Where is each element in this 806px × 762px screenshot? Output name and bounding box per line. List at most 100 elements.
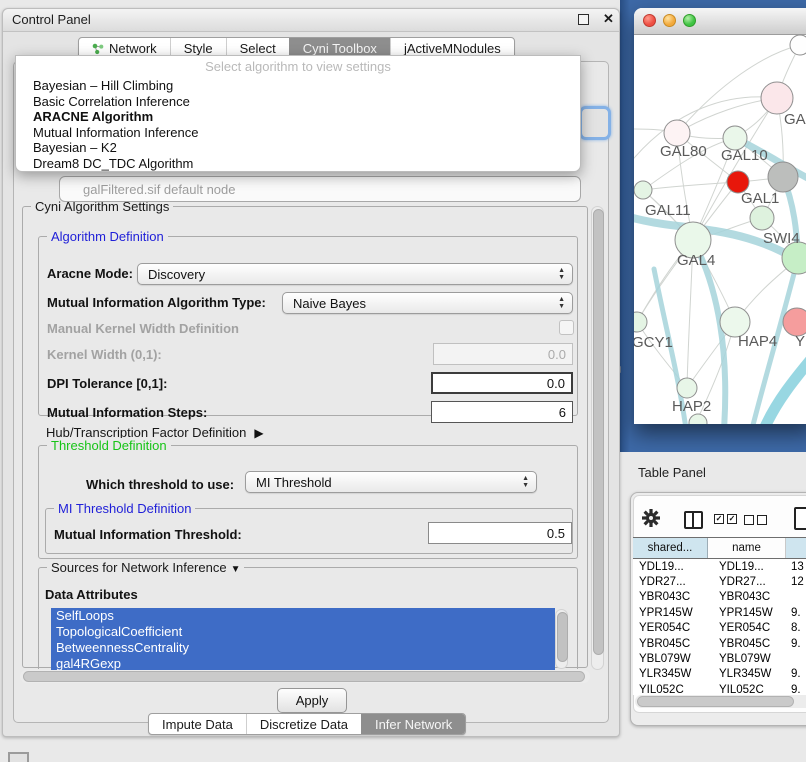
- close-traffic-light-icon[interactable]: [643, 14, 656, 27]
- collapsed-panel-icon[interactable]: [8, 752, 29, 762]
- attribute-item[interactable]: gal4RGexp: [51, 656, 555, 670]
- deselect-all-checkbox-icon[interactable]: [744, 515, 754, 525]
- bottom-tab-infer-network[interactable]: Infer Network: [361, 714, 465, 734]
- table-row[interactable]: YBR045CYBR045C9.: [633, 636, 806, 651]
- settings-horizontal-scrollbar[interactable]: [20, 670, 590, 683]
- deselect-all-checkbox-icon[interactable]: [757, 515, 767, 525]
- mi-threshold-group-title: MI Threshold Definition: [54, 501, 195, 516]
- collapse-arrow-icon[interactable]: ▼: [231, 564, 241, 575]
- table-hscroll-thumb[interactable]: [637, 696, 794, 707]
- mi-threshold-field[interactable]: 0.5: [428, 522, 572, 544]
- table-header-row[interactable]: shared...name: [633, 537, 806, 559]
- manual-kernel-label: Manual Kernel Width Definition: [47, 321, 239, 336]
- dropdown-option[interactable]: Dream8 DC_TDC Algorithm: [16, 156, 580, 172]
- table-column-header[interactable]: [786, 538, 806, 558]
- float-window-icon[interactable]: [578, 14, 589, 25]
- network-view-window[interactable]: GALGAL80GAL10GAL11GAL1SWI4GAL4GCY1HAP4YH…: [634, 8, 806, 424]
- network-node[interactable]: [634, 181, 652, 199]
- close-window-icon[interactable]: ✕: [603, 11, 614, 27]
- attributes-list-scrollbar[interactable]: [555, 609, 568, 669]
- table-horizontal-scrollbar[interactable]: [635, 695, 806, 708]
- sources-group: Sources for Network Inference▼ Data Attr…: [38, 567, 578, 669]
- network-selector-combo[interactable]: galFiltered.sif default node: [59, 176, 581, 202]
- settings-vertical-scrollbar[interactable]: [591, 206, 604, 670]
- dropdown-option[interactable]: Bayesian – Hill Climbing: [16, 78, 580, 94]
- dropdown-option[interactable]: Mutual Information Inference: [16, 125, 580, 141]
- attribute-item[interactable]: SelfLoops: [51, 608, 555, 624]
- network-node[interactable]: [768, 162, 798, 192]
- select-all-checkbox-icon[interactable]: ✓: [727, 514, 737, 524]
- attribute-item[interactable]: TopologicalCoefficient: [51, 624, 555, 640]
- select-all-checkbox-icon[interactable]: ✓: [714, 514, 724, 524]
- window-title: Control Panel: [12, 12, 91, 27]
- network-node-label: GAL10: [721, 147, 768, 164]
- network-node[interactable]: [634, 312, 647, 332]
- table-cell: YDR27...: [708, 576, 786, 588]
- network-node-label: GCY1: [634, 334, 673, 351]
- table-column-header[interactable]: name: [708, 538, 786, 558]
- algorithm-dropdown-popup[interactable]: Select algorithm to view settings Bayesi…: [15, 55, 581, 172]
- algorithm-combo-focused-end[interactable]: [579, 106, 611, 140]
- data-attributes-list[interactable]: SelfLoopsTopologicalCoefficientBetweenne…: [51, 608, 555, 670]
- node-table-window[interactable]: ✓ ✓ shared...name YDL19...YDL19...13YDR2…: [630, 492, 806, 726]
- table-cell: YBL079W: [708, 653, 786, 665]
- zoom-traffic-light-icon[interactable]: [683, 14, 696, 27]
- network-graph-canvas[interactable]: GALGAL80GAL10GAL11GAL1SWI4GAL4GCY1HAP4YH…: [634, 34, 806, 424]
- control-panel-titlebar[interactable]: Control Panel ✕: [3, 9, 619, 32]
- table-body[interactable]: YDL19...YDL19...13YDR27...YDR27...12YBR0…: [633, 559, 806, 695]
- network-node[interactable]: [677, 378, 697, 398]
- attribute-item[interactable]: BetweennessCentrality: [51, 640, 555, 656]
- split-panel-icon[interactable]: [684, 511, 703, 529]
- dropdown-option[interactable]: Bayesian – K2: [16, 140, 580, 156]
- dropdown-option[interactable]: Basic Correlation Inference: [16, 94, 580, 110]
- attributes-scroll-thumb[interactable]: [557, 612, 568, 662]
- table-cell: YBR045C: [633, 638, 708, 650]
- network-node[interactable]: [790, 35, 806, 55]
- table-row[interactable]: YPR145WYPR145W9.: [633, 605, 806, 620]
- network-node[interactable]: [761, 82, 793, 114]
- tab-label: jActiveMNodules: [404, 41, 501, 56]
- bottom-tab-discretize-data[interactable]: Discretize Data: [246, 714, 361, 734]
- stepper-arrows-icon: ▲▼: [558, 267, 565, 281]
- table-row[interactable]: YIL052CYIL052C9.: [633, 682, 806, 695]
- table-row[interactable]: YBR043CYBR043C: [633, 590, 806, 605]
- expand-arrow-icon[interactable]: ▶: [254, 426, 263, 440]
- screen: GALGAL80GAL10GAL11GAL1SWI4GAL4GCY1HAP4YH…: [0, 0, 806, 762]
- table-row[interactable]: YDL19...YDL19...13: [633, 559, 806, 574]
- settings-hscroll-thumb[interactable]: [23, 671, 585, 682]
- settings-vscroll-thumb[interactable]: [593, 209, 604, 655]
- network-edge-highlighted[interactable]: [762, 344, 806, 424]
- which-threshold-value: MI Threshold: [256, 475, 332, 490]
- bottom-tab-impute-data[interactable]: Impute Data: [149, 714, 246, 734]
- table-row[interactable]: YDR27...YDR27...12: [633, 574, 806, 589]
- mi-type-select[interactable]: Naive Bayes ▲▼: [282, 292, 573, 314]
- which-threshold-select[interactable]: MI Threshold ▲▼: [245, 471, 537, 493]
- network-node-label: GAL11: [645, 202, 691, 219]
- network-window-titlebar[interactable]: [634, 8, 806, 35]
- network-node[interactable]: [689, 414, 707, 424]
- dropdown-option[interactable]: ARACNE Algorithm: [16, 109, 580, 125]
- dpi-tolerance-field[interactable]: 0.0: [431, 372, 573, 394]
- table-function-icon[interactable]: [794, 507, 806, 530]
- table-cell: YBR043C: [708, 591, 786, 603]
- table-row[interactable]: YER054CYER054C8.: [633, 621, 806, 636]
- mi-steps-label: Mutual Information Steps:: [47, 405, 207, 420]
- aracne-mode-select[interactable]: Discovery ▲▼: [137, 263, 573, 285]
- kernel-width-field[interactable]: 0.0: [433, 343, 573, 365]
- network-node-label: GAL: [784, 111, 806, 128]
- table-cell: YPR145W: [633, 607, 708, 619]
- minimize-traffic-light-icon[interactable]: [663, 14, 676, 27]
- table-panel-region: Table Panel ✓ ✓: [620, 452, 806, 762]
- manual-kernel-checkbox[interactable]: [559, 320, 574, 335]
- table-column-header[interactable]: shared...: [633, 538, 708, 558]
- table-row[interactable]: YLR345WYLR345W9.: [633, 667, 806, 682]
- apply-button[interactable]: Apply: [277, 688, 347, 713]
- mi-threshold-label: Mutual Information Threshold:: [54, 527, 242, 542]
- algorithm-definition-group: Algorithm Definition Aracne Mode: Discov…: [38, 236, 578, 416]
- gear-icon[interactable]: [642, 509, 660, 527]
- network-node-label: GAL1: [741, 190, 779, 207]
- network-node[interactable]: [750, 206, 774, 230]
- mi-steps-field[interactable]: 6: [431, 401, 573, 423]
- table-row[interactable]: YBL079WYBL079W: [633, 651, 806, 666]
- network-node[interactable]: [783, 308, 806, 336]
